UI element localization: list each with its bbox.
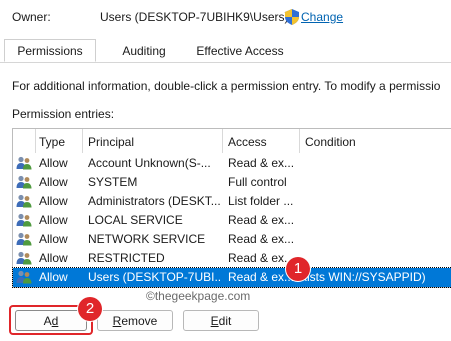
edit-button-label: Edit <box>210 314 232 328</box>
cell-access: Read & ex... <box>228 156 295 170</box>
header-principal[interactable]: Principal <box>88 132 134 152</box>
cell-access: Read & ex... <box>228 232 295 246</box>
column-separator <box>82 129 83 153</box>
change-owner-link[interactable]: Change <box>301 10 343 24</box>
header-condition[interactable]: Condition <box>305 132 356 152</box>
cell-type: Allow <box>39 270 68 284</box>
cell-principal: LOCAL SERVICE <box>88 213 183 227</box>
cell-type: Allow <box>39 251 68 265</box>
cell-access: Read & ex... <box>228 213 295 227</box>
cell-principal: Administrators (DESKT... <box>88 194 221 208</box>
user-group-icon <box>16 232 32 246</box>
table-row[interactable]: Allow SYSTEM Full control <box>13 173 451 192</box>
header-type[interactable]: Type <box>39 132 65 152</box>
table-row[interactable]: Allow Administrators (DESKT... List fold… <box>13 192 451 211</box>
info-text: For additional information, double-click… <box>12 79 441 93</box>
cell-type: Allow <box>39 213 68 227</box>
permission-entries-table[interactable]: Type Principal Access Condition Allow Ac… <box>12 128 451 288</box>
column-separator <box>35 129 36 153</box>
table-row[interactable]: Allow Users (DESKTOP-7UBI... Read & ex..… <box>12 267 451 288</box>
callout-badge-1: 1 <box>286 257 310 281</box>
cell-access: List folder ... <box>228 194 294 208</box>
cell-principal: RESTRICTED <box>88 251 165 265</box>
tab-permissions[interactable]: Permissions <box>4 39 96 62</box>
table-row[interactable]: Allow RESTRICTED Read & ex... <box>13 249 451 268</box>
callout-badge-2: 2 <box>78 297 102 321</box>
table-row[interactable]: Allow LOCAL SERVICE Read & ex... <box>13 211 451 230</box>
permission-entries-label: Permission entries: <box>12 107 115 121</box>
watermark: ©thegeekpage.com <box>146 289 251 303</box>
edit-button[interactable]: Edit <box>183 310 259 331</box>
column-separator <box>299 129 300 153</box>
tab-auditing[interactable]: Auditing <box>100 40 188 62</box>
cell-condition: xists WIN://SYSAPPID) <box>301 270 426 284</box>
owner-label: Owner: <box>12 10 51 24</box>
remove-button-label: Remove <box>112 314 158 328</box>
cell-principal: Users (DESKTOP-7UBI... <box>88 270 222 284</box>
user-group-icon <box>16 270 32 284</box>
tab-effective-access[interactable]: Effective Access <box>192 40 288 62</box>
cell-type: Allow <box>39 232 68 246</box>
column-separator <box>222 129 223 153</box>
tabs-divider <box>0 62 451 63</box>
remove-button[interactable]: Remove <box>97 310 173 331</box>
user-group-icon <box>16 175 32 189</box>
table-row[interactable]: Allow Account Unknown(S-... Read & ex... <box>13 154 451 173</box>
cell-type: Allow <box>39 175 68 189</box>
header-access[interactable]: Access <box>228 132 267 152</box>
table-row[interactable]: Allow NETWORK SERVICE Read & ex... <box>13 230 451 249</box>
cell-principal: Account Unknown(S-... <box>88 156 211 170</box>
cell-principal: NETWORK SERVICE <box>88 232 206 246</box>
user-group-icon <box>16 194 32 208</box>
cell-principal: SYSTEM <box>88 175 138 189</box>
owner-value: Users (DESKTOP-7UBIHK9\Users) <box>100 10 289 24</box>
uac-shield-icon <box>285 9 299 25</box>
user-group-icon <box>16 251 32 265</box>
user-group-icon <box>16 156 32 170</box>
cell-type: Allow <box>39 194 68 208</box>
user-group-icon <box>16 213 32 227</box>
cell-type: Allow <box>39 156 68 170</box>
cell-access: Full control <box>228 175 287 189</box>
